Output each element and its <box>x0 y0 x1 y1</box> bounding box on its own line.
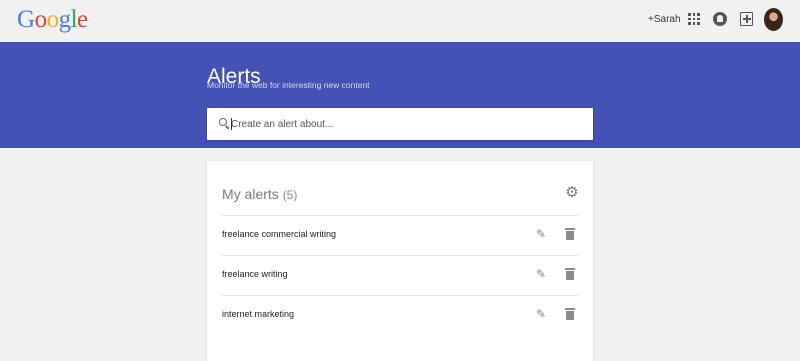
page-subtitle: Monitor the web for interesting new cont… <box>207 80 370 90</box>
google-logo[interactable]: Google <box>17 5 88 35</box>
my-alerts-title: My alerts (5) <box>222 186 297 202</box>
search-icon <box>219 118 227 126</box>
my-alerts-card: My alerts (5) ⚙ freelance commercial wri… <box>207 161 593 361</box>
edit-icon[interactable]: ✎ <box>535 228 547 240</box>
avatar[interactable] <box>764 8 783 31</box>
alert-label: freelance writing <box>222 269 288 279</box>
top-bar: Google +Sarah <box>0 0 800 42</box>
edit-icon[interactable]: ✎ <box>535 268 547 280</box>
apps-icon[interactable] <box>688 13 700 25</box>
alert-label: freelance commercial writing <box>222 229 337 239</box>
text-caret <box>231 118 232 130</box>
trash-icon[interactable] <box>565 268 575 280</box>
alerts-count: (5) <box>282 188 298 202</box>
search-input[interactable] <box>231 115 581 133</box>
gear-icon[interactable]: ⚙ <box>565 185 579 200</box>
user-profile-link[interactable]: +Sarah <box>648 14 681 25</box>
trash-icon[interactable] <box>565 308 575 320</box>
alert-label: internet marketing <box>222 309 295 319</box>
alert-row[interactable]: internet marketing ✎ <box>222 295 578 335</box>
share-icon[interactable] <box>740 12 753 26</box>
alert-row[interactable]: freelance writing ✎ <box>222 255 578 295</box>
alerts-hero: Alerts Monitor the web for interesting n… <box>0 42 800 148</box>
edit-icon[interactable]: ✎ <box>535 308 547 320</box>
trash-icon[interactable] <box>565 228 575 240</box>
search-box[interactable] <box>207 108 593 140</box>
notifications-icon[interactable] <box>713 12 727 26</box>
alert-row[interactable]: freelance commercial writing ✎ <box>222 215 578 255</box>
my-alerts-label: My alerts <box>222 186 279 202</box>
